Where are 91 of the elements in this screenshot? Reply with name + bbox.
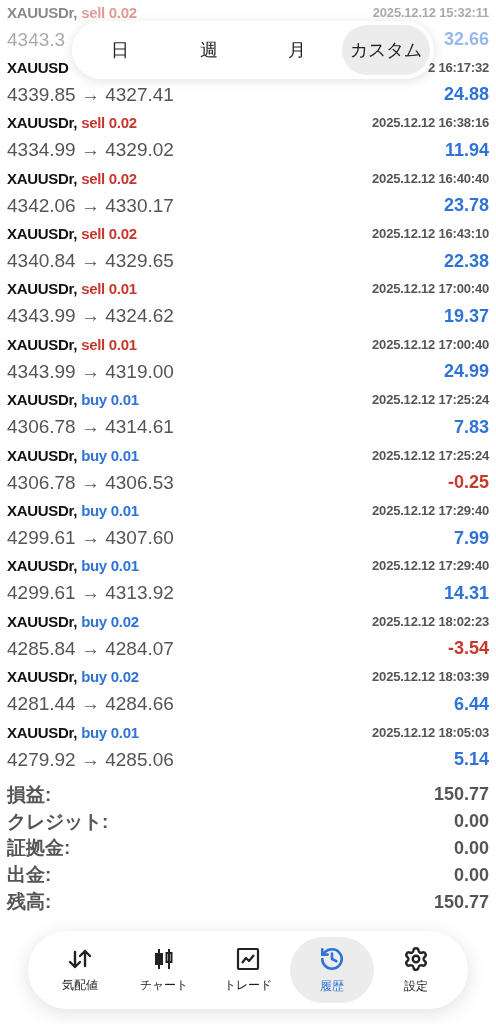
period-tab[interactable]: 日 (76, 25, 165, 75)
order-text: sell 0.02 (81, 225, 137, 243)
profit-text: 23.78 (443, 195, 489, 217)
profit-text: 7.83 (453, 416, 489, 438)
summary-value: 0.00 (453, 864, 489, 886)
profit-text: 11.94 (444, 139, 489, 161)
trade-time: 2025.12.12 18:05:03 (372, 724, 489, 740)
trade-time: 2025.12.12 16:43:10 (372, 226, 489, 242)
order-text: buy 0.01 (81, 723, 139, 741)
order-text: sell 0.01 (81, 335, 137, 353)
symbol-text: XAUUSDr, (7, 3, 78, 21)
summary-value: 150.77 (433, 784, 489, 806)
symbol-text: XAUUSDr, (7, 391, 78, 409)
period-tab[interactable]: 月 (253, 25, 342, 75)
profit-text: -0.25 (447, 472, 489, 494)
trade-time: 2025.12.12 16:40:40 (372, 170, 489, 186)
symbol-text: XAUUSDr, (7, 225, 78, 243)
price-text: 4299.61 → 4307.60 (7, 527, 174, 549)
order-text: buy 0.01 (81, 391, 139, 409)
price-text: 4299.61 → 4313.92 (7, 582, 174, 605)
trade-time: 2025.12.12 17:00:40 (372, 336, 489, 352)
order-text: sell 0.02 (81, 3, 137, 21)
profit-text: 7.99 (453, 527, 489, 549)
symbol-text: XAUUSDr, (7, 169, 78, 187)
profit-text: 24.88 (443, 84, 489, 106)
summary-label: 出金: (7, 863, 52, 888)
price-text: 4334.99 → 4329.02 (7, 139, 174, 162)
symbol-text: XAUUSDr, (7, 723, 78, 741)
nav-tab[interactable]: 設定 (374, 937, 458, 1004)
price-text: 4343.3 (7, 28, 66, 51)
order-text: buy 0.02 (81, 612, 139, 630)
trade-time: 2025.12.12 16:38:16 (372, 115, 489, 131)
profit-text: -3.54 (447, 638, 489, 660)
summary-label: 損益: (7, 782, 52, 807)
summary-label: 残高: (7, 890, 52, 915)
symbol-text: XAUUSDr, (7, 668, 78, 686)
price-text: 4306.78 → 4314.61 (7, 416, 174, 439)
summary-label: 証拠金: (7, 836, 71, 861)
trade-time: 2025.12.12 17:25:24 (372, 447, 489, 463)
symbol-text: XAUUSDr, (7, 557, 78, 575)
price-text: 4279.92 → 4285.06 (7, 748, 174, 771)
trade-time: 2025.12.12 18:02:23 (372, 613, 489, 629)
symbol-text: XAUUSD (7, 58, 69, 76)
line-chart-icon (236, 946, 260, 971)
summary-value: 0.00 (453, 837, 489, 859)
trade-time: 2025.12.12 17:00:40 (372, 281, 489, 297)
symbol-text: XAUUSDr, (7, 446, 78, 464)
symbol-text: XAUUSDr, (7, 280, 78, 298)
history-icon (319, 945, 345, 972)
nav-tab[interactable]: トレード (206, 937, 290, 1004)
order-text: sell 0.02 (81, 114, 137, 132)
settings-icon (403, 945, 429, 972)
price-text: 4281.44 → 4284.66 (7, 693, 174, 716)
price-text: 4340.84 → 4329.65 (7, 250, 174, 273)
summary-label: クレジット: (7, 809, 109, 834)
order-text: buy 0.02 (81, 668, 139, 686)
profit-text: 6.44 (453, 693, 489, 715)
nav-tab[interactable]: チャート (122, 937, 206, 1004)
summary-value: 0.00 (453, 811, 489, 833)
order-text: sell 0.01 (81, 280, 137, 298)
price-text: 4339.85 → 4327.41 (7, 83, 174, 106)
symbol-text: XAUUSDr, (7, 502, 78, 519)
profit-text: 5.14 (453, 749, 489, 771)
order-text: buy 0.01 (81, 502, 139, 519)
nav-tab[interactable]: 履歴 (290, 937, 374, 1004)
summary-value: 150.77 (433, 891, 489, 913)
candlestick-icon (152, 946, 176, 971)
period-tab[interactable]: 週 (164, 25, 253, 75)
price-text: 4342.06 → 4330.17 (7, 194, 174, 217)
trade-time: 2025.12.12 15:32:11 (372, 4, 489, 20)
trade-time: 2025.12.12 18:03:39 (372, 669, 489, 685)
profit-text: 24.99 (443, 361, 489, 383)
trade-time: 2025.12.12 17:29:40 (372, 558, 489, 574)
price-text: 4343.99 → 4319.00 (7, 360, 174, 383)
symbol-text: XAUUSDr, (7, 114, 78, 132)
profit-text: 14.31 (443, 582, 489, 604)
profit-text: 22.38 (443, 250, 489, 272)
symbol-text: XAUUSDr, (7, 612, 78, 630)
trade-time: 2025.12.12 17:29:40 (372, 503, 489, 518)
price-text: 4285.84 → 4284.07 (7, 637, 174, 660)
order-text: buy 0.01 (81, 446, 139, 464)
price-text: 4343.99 → 4324.62 (7, 305, 174, 328)
profit-text: 19.37 (443, 305, 489, 327)
nav-tab[interactable]: 気配値 (38, 937, 122, 1004)
price-text: 4306.78 → 4306.53 (7, 471, 174, 494)
trade-time: 2 16:17:32 (428, 59, 489, 75)
order-text: sell 0.02 (81, 169, 137, 187)
trade-time: 2025.12.12 17:25:24 (372, 392, 489, 408)
order-text: buy 0.01 (81, 557, 139, 575)
profit-text: 32.66 (443, 29, 489, 50)
symbol-text: XAUUSDr, (7, 335, 78, 353)
